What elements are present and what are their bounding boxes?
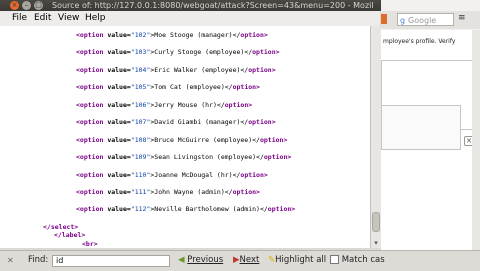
menu-edit[interactable]: Edit bbox=[34, 11, 51, 26]
find-previous-button[interactable]: ◀ Previous bbox=[178, 251, 223, 270]
window-close-button[interactable]: × bbox=[10, 1, 19, 10]
background-panel-inner bbox=[381, 105, 461, 150]
window-minimize-button[interactable]: – bbox=[22, 1, 31, 10]
previous-arrow-icon: ◀ bbox=[178, 255, 185, 265]
source-line: <option value="112">Neville Bartholomew … bbox=[76, 205, 296, 213]
menu-bar: File Edit View Help bbox=[0, 11, 380, 26]
source-line: <option value="110">Joanne McDougal (hr)… bbox=[76, 171, 268, 179]
menu-help[interactable]: Help bbox=[85, 11, 106, 26]
find-close-icon[interactable]: ✕ bbox=[7, 251, 14, 270]
source-line: <option value="107">David Giambi (manage… bbox=[76, 118, 276, 126]
source-line-label-close: </label> bbox=[54, 231, 86, 239]
background-search-box: g Google bbox=[397, 13, 454, 26]
source-line-select-close: </select> bbox=[43, 223, 79, 231]
find-input[interactable]: id bbox=[52, 255, 170, 267]
background-scrollbar bbox=[472, 30, 480, 250]
source-line: <option value="108">Bruce McGuirre (empl… bbox=[76, 136, 288, 144]
vertical-scrollbar[interactable]: ▾ bbox=[370, 26, 381, 248]
source-line: <option value="105">Tom Cat (employee)</… bbox=[76, 83, 260, 91]
background-tab-indicator bbox=[381, 14, 387, 24]
checkbox-icon[interactable] bbox=[330, 255, 339, 264]
source-line: <option value="103">Curly Stooge (employ… bbox=[76, 48, 280, 56]
window-title: Source of: http://127.0.0.1:8080/webgoat… bbox=[52, 1, 374, 10]
source-line-br: <br> bbox=[82, 240, 98, 248]
background-page-text: mployee's profile. Verify bbox=[383, 38, 456, 45]
menu-view[interactable]: View bbox=[58, 11, 79, 26]
find-bar: ✕ Find: id ◀ Previous ▶Next ✎Highlight a… bbox=[0, 250, 480, 271]
background-browser-window: g Google ≡ mployee's profile. Verify ✕ bbox=[381, 0, 480, 250]
find-label: Find: bbox=[28, 255, 49, 265]
window-maximize-button[interactable]: □ bbox=[34, 1, 43, 10]
highlight-all-button[interactable]: ✎Highlight all bbox=[268, 251, 326, 270]
source-line: <option value="106">Jerry Mouse (hr)</op… bbox=[76, 101, 253, 109]
background-menu-icon: ≡ bbox=[458, 13, 466, 23]
scrollbar-thumb[interactable] bbox=[372, 212, 380, 232]
source-line: <option value="111">John Wayne (admin)</… bbox=[76, 188, 260, 196]
source-view[interactable]: <option value="102">Moe Stooge (manager)… bbox=[0, 26, 371, 248]
google-icon: g bbox=[400, 16, 406, 25]
scroll-down-arrow-icon[interactable]: ▾ bbox=[371, 238, 381, 248]
find-next-button[interactable]: ▶Next bbox=[233, 251, 259, 270]
source-line: <option value="104">Eric Walker (employe… bbox=[76, 66, 276, 74]
background-search-placeholder: Google bbox=[408, 16, 437, 25]
menu-file[interactable]: File bbox=[12, 11, 27, 26]
match-case-checkbox[interactable]: Match cas bbox=[330, 251, 385, 270]
source-line: <option value="102">Moe Stooge (manager)… bbox=[76, 31, 268, 39]
source-line: <option value="109">Sean Livingston (emp… bbox=[76, 153, 292, 161]
